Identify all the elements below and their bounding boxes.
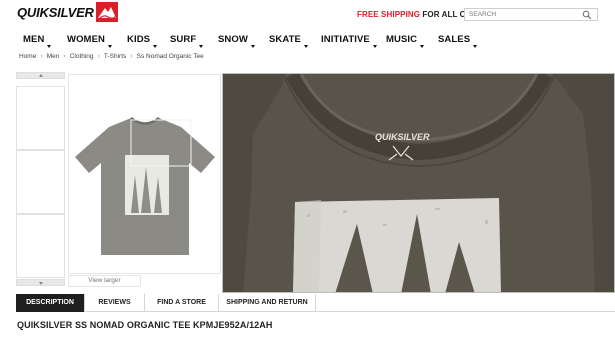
logo-wordmark: QUIKSILVER (17, 4, 94, 20)
svg-text:QUIKSILVER: QUIKSILVER (375, 132, 430, 142)
nav-item-initiative[interactable]: INITIATIVE (321, 34, 377, 48)
chevron-down-icon (473, 45, 478, 48)
breadcrumb-men[interactable]: Men (47, 53, 60, 60)
arrow-down-icon (39, 282, 43, 285)
nav-label: KIDS (127, 34, 151, 45)
breadcrumb-current: Ss Nomad Organic Tee (136, 53, 204, 60)
search-box[interactable] (464, 8, 598, 21)
nav-item-surf[interactable]: SURF (170, 34, 204, 48)
chevron-right-icon: › (40, 53, 43, 60)
nav-label: INITIATIVE (321, 34, 370, 45)
chevron-down-icon (420, 45, 425, 48)
product-title: QUIKSILVER SS NOMAD ORGANIC TEE KPMJE952… (17, 320, 273, 330)
tshirt-zoom-image: QUIKSILVER (223, 74, 614, 292)
nav-item-sales[interactable]: SALES (438, 34, 478, 48)
breadcrumb-home[interactable]: Home (19, 53, 36, 60)
main-nav: MEN WOMEN KIDS SURF SNOW SKATE INITIATIV… (0, 30, 615, 50)
tab-shipping-and-return[interactable]: SHIPPING AND RETURN (219, 294, 316, 312)
breadcrumb-clothing[interactable]: Clothing (70, 53, 94, 60)
nav-item-snow[interactable]: SNOW (218, 34, 255, 48)
thumbnail-slot[interactable] (16, 150, 65, 214)
chevron-down-icon (47, 45, 52, 48)
chevron-down-icon (304, 45, 308, 48)
chevron-right-icon: › (130, 53, 133, 60)
quiksilver-logo-icon (95, 2, 118, 22)
chevron-down-icon (199, 45, 204, 48)
nav-item-men[interactable]: MEN (23, 34, 52, 48)
chevron-down-icon (107, 45, 112, 48)
nav-label: MUSIC (386, 34, 418, 45)
tab-find-a-store[interactable]: FIND A STORE (145, 294, 219, 312)
brand-logo[interactable]: QUIKSILVER (17, 2, 118, 22)
tab-description[interactable]: DESCRIPTION (16, 294, 85, 312)
search-icon[interactable] (582, 10, 592, 20)
nav-item-music[interactable]: MUSIC (386, 34, 425, 48)
chevron-down-icon (372, 45, 377, 48)
product-zoom-image: QUIKSILVER (222, 73, 615, 293)
breadcrumb: Home › Men › Clothing › T-Shirts › Ss No… (19, 53, 204, 60)
view-larger-link[interactable]: View larger (68, 275, 141, 287)
nav-label: SNOW (218, 34, 248, 45)
thumbnail-slot[interactable] (16, 214, 65, 278)
nav-label: MEN (23, 34, 45, 45)
search-input[interactable] (465, 11, 575, 18)
thumbnail-strip (16, 72, 65, 286)
nav-item-skate[interactable]: SKATE (269, 34, 308, 48)
nav-item-women[interactable]: WOMEN (67, 34, 112, 48)
thumbnail-scroll-down-button[interactable] (16, 279, 65, 286)
arrow-up-icon (39, 74, 43, 77)
tab-reviews[interactable]: REVIEWS (85, 294, 145, 312)
thumbnail-slot[interactable] (16, 86, 65, 150)
chevron-right-icon: › (63, 53, 66, 60)
product-tabs: DESCRIPTION REVIEWS FIND A STORE SHIPPIN… (16, 294, 615, 312)
breadcrumb-tshirts[interactable]: T-Shirts (104, 53, 126, 60)
nav-label: SURF (170, 34, 197, 45)
nav-label: SALES (438, 34, 471, 45)
nav-item-kids[interactable]: KIDS (127, 34, 158, 48)
chevron-down-icon (250, 45, 255, 48)
chevron-down-icon (153, 45, 158, 48)
product-main-image[interactable] (68, 74, 221, 274)
thumbnail-scroll-up-button[interactable] (16, 72, 65, 79)
nav-label: WOMEN (67, 34, 105, 45)
chevron-right-icon: › (97, 53, 100, 60)
tshirt-image (75, 116, 215, 255)
free-shipping-highlight: FREE SHIPPING (357, 10, 421, 19)
nav-label: SKATE (269, 34, 301, 45)
